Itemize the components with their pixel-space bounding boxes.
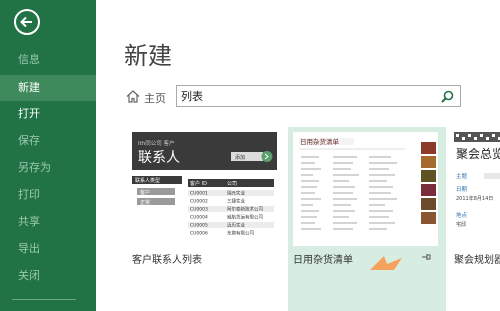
template-party-planner[interactable]: 聚会总览 主题 日期 2011年8月14日 地点 宅邸 (454, 132, 500, 246)
nav-share[interactable]: 共享 (0, 209, 96, 235)
template-label[interactable]: 客户联系人列表 (132, 251, 202, 266)
template-label[interactable]: 日用杂货清单 (293, 251, 353, 266)
thumb-line: 主题 (456, 172, 468, 180)
thumb-cell-id: CU0005 (190, 223, 208, 229)
pin-icon[interactable] (421, 253, 431, 261)
page-title: 新建 (124, 42, 172, 70)
thumb-line: 日期 (456, 186, 468, 193)
thumb-company: Ith同公司 客户 (138, 139, 175, 147)
search-box (176, 85, 461, 107)
thumb-add-label: 添加 (235, 154, 245, 161)
thumb-line: 宅邸 (456, 221, 466, 228)
thumb-title: 聚会总览 (456, 146, 500, 161)
home-icon[interactable] (126, 90, 140, 103)
thumb-col-company: 公司 (227, 181, 237, 187)
thumb-cell-company: 东旗有限公司 (227, 230, 254, 237)
thumb-cell-id: CU0002 (190, 199, 208, 205)
thumb-cell-company: 三捷实业 (227, 198, 245, 205)
template-label[interactable]: 聚会规划器 (454, 251, 500, 266)
backstage-sidebar: 信息 新建 打开 保存 另存为 打印 共享 导出 关闭 (0, 0, 96, 311)
thumb-line: 2011年8月14日 (456, 195, 493, 202)
thumb-line: 地点 (456, 211, 468, 219)
nav-new[interactable]: 新建 (0, 75, 96, 101)
nav-open[interactable]: 打开 (0, 101, 96, 127)
home-link[interactable]: 主页 (144, 90, 166, 106)
pointer-arrow-icon (370, 256, 402, 270)
thumb-filter-header: 联系人类型 (135, 177, 160, 184)
nav-close[interactable]: 关闭 (0, 263, 96, 289)
template-thumbnail: Ith同公司 客户 联系人 添加 联系人类型 客户 正常 客户 ID 公司 CU… (132, 132, 277, 246)
back-button[interactable] (14, 9, 40, 35)
main-panel: 新建 主页 Ith同公司 客户 联系人 添加 联系人类型 客户 正常 (96, 0, 500, 311)
nav-print[interactable]: 打印 (0, 182, 96, 208)
thumb-cell-company: 威航货运有限公司 (227, 214, 263, 221)
nav-save[interactable]: 保存 (0, 128, 96, 154)
thumb-cell-company: 迈历实业 (227, 222, 245, 229)
nav-save-as[interactable]: 另存为 (0, 155, 96, 181)
nav-export[interactable]: 导出 (0, 236, 96, 262)
thumb-cell-id: CU0001 (190, 191, 208, 197)
nav-info[interactable]: 信息 (0, 47, 96, 73)
thumb-title: 联系人 (138, 150, 180, 166)
sidebar-divider (12, 299, 76, 300)
thumb-col-id: 客户 ID (190, 180, 207, 187)
thumb-filter-item: 客户 (140, 189, 150, 196)
thumb-filter-item: 正常 (140, 199, 150, 206)
thumb-cell-id: CU0004 (190, 215, 208, 221)
thumb-cell-id: CU0003 (190, 207, 208, 213)
search-input[interactable] (181, 89, 431, 103)
template-thumbnail: 聚会总览 主题 日期 2011年8月14日 地点 宅邸 (454, 132, 500, 246)
template-grocery-list[interactable]: 日用杂货清单 日用杂货清单 (288, 127, 446, 311)
template-customer-contacts[interactable]: Ith同公司 客户 联系人 添加 联系人类型 客户 正常 客户 ID 公司 CU… (132, 132, 277, 246)
thumb-title: 日用杂货清单 (300, 137, 340, 146)
template-thumbnail: 日用杂货清单 (293, 132, 438, 246)
thumb-cell-company: 瑞元实业 (227, 190, 245, 197)
arrow-left-icon (20, 16, 32, 28)
thumb-cell-company: 阿尔泰新技术公司 (227, 206, 263, 213)
search-icon[interactable] (441, 90, 454, 103)
thumb-cell-id: CU0006 (190, 231, 208, 237)
